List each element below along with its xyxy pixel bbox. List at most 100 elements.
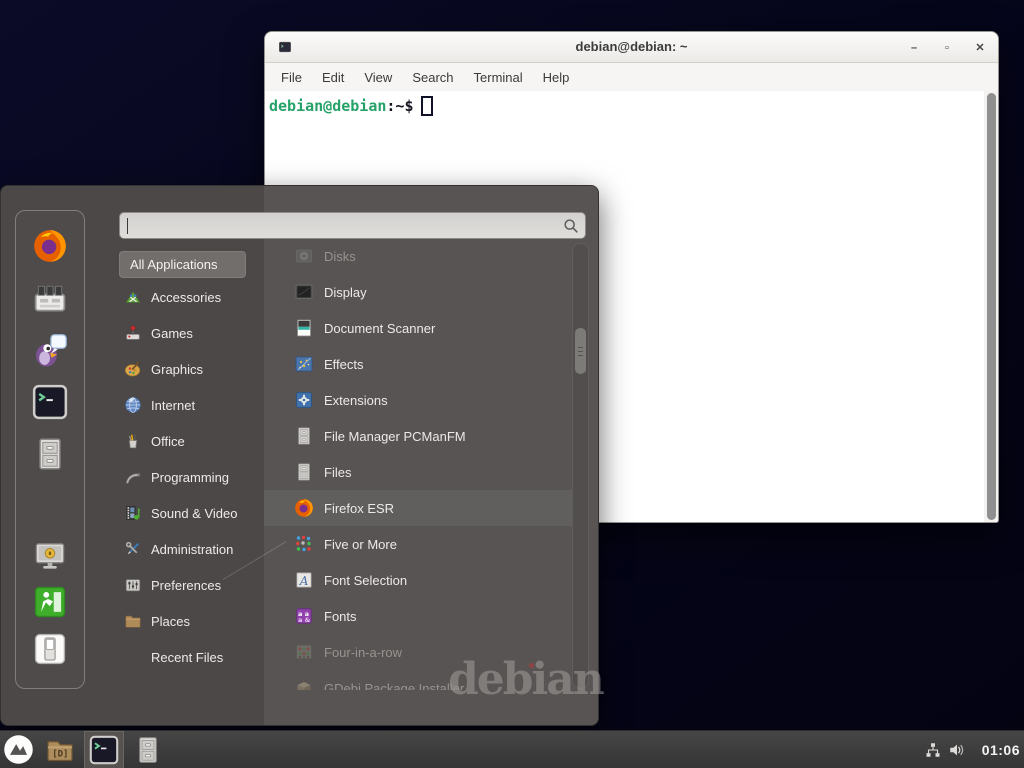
category-accessories[interactable]: Accessories bbox=[119, 279, 261, 315]
desktop[interactable]: { "desktop": { "watermark": "debian" }, … bbox=[0, 0, 1024, 768]
category-sound-video[interactable]: Sound & Video bbox=[119, 495, 261, 531]
app-display[interactable]: Display bbox=[264, 274, 572, 310]
app-four-in-a-row[interactable]: Four-in-a-row bbox=[264, 634, 572, 670]
menu-item-view[interactable]: View bbox=[354, 66, 402, 89]
app-label: Files bbox=[324, 465, 351, 480]
category-graphics[interactable]: Graphics bbox=[119, 351, 261, 387]
app-label: Effects bbox=[324, 357, 364, 372]
terminal-cursor bbox=[421, 96, 433, 116]
category-games[interactable]: Games bbox=[119, 315, 261, 351]
four-in-a-row-icon bbox=[294, 642, 314, 662]
category-office[interactable]: Office bbox=[119, 423, 261, 459]
maximize-button[interactable]: ▫ bbox=[941, 42, 953, 54]
network-icon[interactable] bbox=[924, 741, 942, 759]
five-or-more-icon bbox=[294, 534, 314, 554]
app-file-manager-pcmanfm[interactable]: File Manager PCManFM bbox=[264, 418, 572, 454]
terminal-scrollbar-thumb[interactable] bbox=[987, 93, 996, 520]
gdebi-icon bbox=[294, 678, 314, 690]
app-files[interactable]: Files bbox=[264, 454, 572, 490]
svg-text:[D]: [D] bbox=[52, 750, 68, 760]
display-icon bbox=[294, 282, 314, 302]
app-gdebi-package-installer[interactable]: GDebi Package Installer bbox=[264, 670, 572, 690]
app-label: Disks bbox=[324, 249, 356, 264]
category-label: Sound & Video bbox=[151, 506, 238, 521]
favorite-terminal[interactable] bbox=[32, 384, 68, 420]
graphics-icon bbox=[124, 360, 142, 378]
app-label: Firefox ESR bbox=[324, 501, 394, 516]
app-label: Fonts bbox=[324, 609, 357, 624]
favorite-settings-mixer[interactable] bbox=[32, 280, 68, 316]
menu-scrollbar[interactable] bbox=[572, 243, 589, 689]
effects-icon bbox=[294, 354, 314, 374]
category-places[interactable]: Places bbox=[119, 603, 261, 639]
category-label: Administration bbox=[151, 542, 233, 557]
category-programming[interactable]: Programming bbox=[119, 459, 261, 495]
category-label: Office bbox=[151, 434, 185, 449]
terminal-prompt: debian@debian:~$ bbox=[269, 96, 433, 116]
svg-text:a &: a & bbox=[298, 616, 311, 624]
menu-item-terminal[interactable]: Terminal bbox=[464, 66, 533, 89]
app-five-or-more[interactable]: Five or More bbox=[264, 526, 572, 562]
category-preferences[interactable]: Preferences bbox=[119, 567, 261, 603]
category-list: All Applications Accessories GamesGraphics… bbox=[119, 251, 261, 675]
category-all-applications[interactable]: All Applications bbox=[119, 251, 246, 278]
application-menu: All Applications Accessories GamesGraphics… bbox=[0, 185, 599, 726]
volume-icon[interactable] bbox=[948, 741, 966, 759]
category-label: Programming bbox=[151, 470, 229, 485]
category-label: Places bbox=[151, 614, 190, 629]
category-label: Internet bbox=[151, 398, 195, 413]
menu-scrollbar-thumb[interactable] bbox=[575, 328, 586, 374]
taskbar-clock[interactable]: 01:06 bbox=[982, 731, 1020, 768]
terminal-window-title: debian@debian: ~ bbox=[265, 39, 998, 54]
svg-text:A: A bbox=[299, 574, 309, 588]
taskbar-launcher-file-manager[interactable] bbox=[128, 731, 168, 768]
start-menu-button[interactable] bbox=[3, 734, 34, 765]
menu-item-file[interactable]: File bbox=[271, 66, 312, 89]
app-label: Display bbox=[324, 285, 367, 300]
category-label: All Applications bbox=[130, 257, 217, 272]
close-button[interactable]: ✕ bbox=[974, 42, 986, 54]
terminal-titlebar[interactable]: debian@debian: ~ – ▫ ✕ bbox=[265, 32, 998, 63]
logout-button[interactable] bbox=[33, 585, 67, 619]
app-font-selection[interactable]: AFont Selection bbox=[264, 562, 572, 598]
minimize-button[interactable]: – bbox=[908, 42, 920, 54]
file-cabinet-icon bbox=[294, 462, 314, 482]
app-disks[interactable]: Disks bbox=[264, 238, 572, 274]
taskbar-launcher-folder-debian[interactable]: [D] bbox=[40, 731, 80, 768]
app-firefox-esr[interactable]: Firefox ESR bbox=[264, 490, 572, 526]
menu-item-edit[interactable]: Edit bbox=[312, 66, 354, 89]
menu-item-search[interactable]: Search bbox=[402, 66, 463, 89]
prompt-tail: :~$ bbox=[386, 97, 413, 115]
favorites-column bbox=[15, 210, 85, 689]
category-label: Preferences bbox=[151, 578, 221, 593]
terminal-scrollbar[interactable] bbox=[984, 91, 998, 522]
search-input[interactable] bbox=[119, 212, 586, 239]
lock-screen-button[interactable] bbox=[33, 538, 67, 572]
taskbar-launcher-terminal[interactable] bbox=[84, 731, 124, 768]
app-document-scanner[interactable]: Document Scanner bbox=[264, 310, 572, 346]
favorite-file-manager[interactable] bbox=[32, 436, 68, 472]
accessories-icon bbox=[124, 288, 142, 306]
favorite-pidgin[interactable] bbox=[32, 332, 68, 368]
app-effects[interactable]: Effects bbox=[264, 346, 572, 382]
menu-item-help[interactable]: Help bbox=[533, 66, 580, 89]
category-recent-files[interactable]: Recent Files bbox=[119, 639, 261, 675]
games-icon bbox=[124, 324, 142, 342]
extensions-icon bbox=[294, 390, 314, 410]
disks-icon bbox=[294, 246, 314, 266]
administration-icon bbox=[124, 540, 142, 558]
app-label: Four-in-a-row bbox=[324, 645, 402, 660]
prompt-user-host: debian@debian bbox=[269, 97, 386, 115]
app-extensions[interactable]: Extensions bbox=[264, 382, 572, 418]
shutdown-button[interactable] bbox=[33, 632, 67, 666]
search-icon bbox=[562, 217, 580, 235]
favorite-firefox[interactable] bbox=[32, 228, 68, 264]
fonts-icon: a aa & bbox=[294, 606, 314, 626]
font-selection-icon: A bbox=[294, 570, 314, 590]
category-label: Accessories bbox=[151, 290, 221, 305]
watermark-i-dot bbox=[529, 663, 534, 668]
app-fonts[interactable]: a aa & Fonts bbox=[264, 598, 572, 634]
firefox-icon bbox=[294, 498, 314, 518]
category-internet[interactable]: Internet bbox=[119, 387, 261, 423]
category-administration[interactable]: Administration bbox=[119, 531, 261, 567]
